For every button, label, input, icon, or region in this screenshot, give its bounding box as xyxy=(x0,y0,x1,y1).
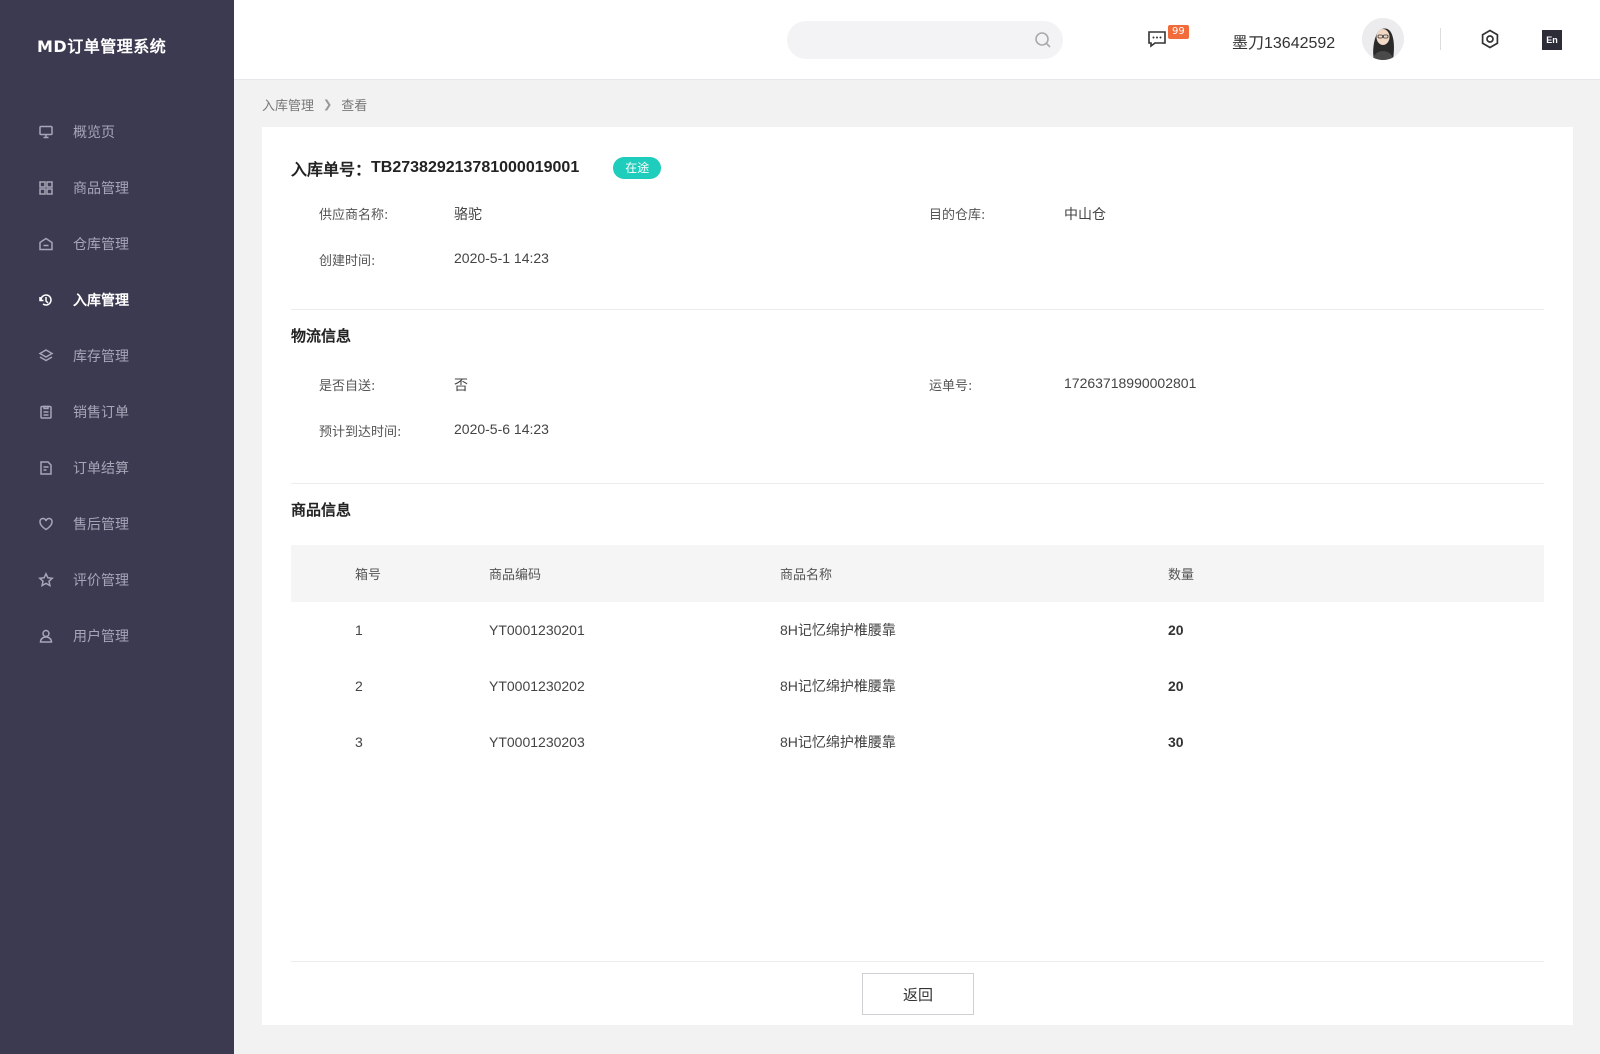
warehouse-icon xyxy=(37,235,55,253)
sidebar-item-label: 销售订单 xyxy=(73,405,129,421)
table-row: 1 YT0001230201 8H记忆绵护椎腰靠 20 xyxy=(291,602,1544,658)
sidebar-item-sales-orders[interactable]: 销售订单 xyxy=(0,384,234,440)
column-header-box-no: 箱号 xyxy=(355,568,382,583)
user-icon xyxy=(37,627,55,645)
language-switch[interactable]: En xyxy=(1542,30,1562,50)
sidebar-item-after-sales[interactable]: 售后管理 xyxy=(0,496,234,552)
sidebar-item-label: 商品管理 xyxy=(73,181,129,197)
sidebar-menu: 概览页 商品管理 仓库管理 入库管理 库存管理 销售订单 订单结算 售后管理 评… xyxy=(0,104,234,664)
search-box xyxy=(787,21,1063,59)
back-button[interactable]: 返回 xyxy=(862,973,974,1015)
sidebar: MD订单管理系统 概览页 商品管理 仓库管理 入库管理 库存管理 销售订单 订单… xyxy=(0,0,234,1054)
heart-icon xyxy=(37,515,55,533)
section-divider xyxy=(291,483,1544,484)
footer-divider xyxy=(291,961,1544,962)
sidebar-item-label: 订单结算 xyxy=(73,461,129,477)
supplier-label: 供应商名称: xyxy=(319,208,389,223)
cell-box-no: 2 xyxy=(355,678,363,694)
cell-qty: 20 xyxy=(1168,622,1184,638)
goods-table: 箱号 商品编码 商品名称 数量 1 YT0001230201 8H记忆绵护椎腰靠… xyxy=(291,545,1544,770)
grid-icon xyxy=(37,179,55,197)
order-number: TB273829213781000019001 xyxy=(371,159,580,176)
app-brand: MD订单管理系统 xyxy=(37,37,167,56)
supplier-value: 骆驼 xyxy=(454,206,482,222)
order-title: 入库单号： TB273829213781000019001 在途 xyxy=(291,156,662,180)
created-time-value: 2020-5-1 14:23 xyxy=(454,250,549,266)
cell-box-no: 1 xyxy=(355,622,363,638)
sidebar-item-label: 入库管理 xyxy=(73,293,129,309)
warehouse-label: 目的仓库: xyxy=(929,208,986,223)
warehouse-value: 中山仓 xyxy=(1064,206,1106,222)
clipboard-icon xyxy=(37,403,55,421)
sidebar-item-label: 库存管理 xyxy=(73,349,129,365)
settings-button[interactable] xyxy=(1479,28,1501,50)
eta-label: 预计到达时间: xyxy=(319,425,402,440)
table-row: 2 YT0001230202 8H记忆绵护椎腰靠 20 xyxy=(291,658,1544,714)
cell-sku: YT0001230203 xyxy=(489,734,585,750)
waybill-label: 运单号: xyxy=(929,379,973,394)
monitor-icon xyxy=(37,123,55,141)
settlement-icon xyxy=(37,459,55,477)
header-divider xyxy=(1440,28,1441,50)
self-delivery-value: 否 xyxy=(454,377,468,393)
logistics-section-title: 物流信息 xyxy=(291,327,352,345)
sidebar-item-overview[interactable]: 概览页 xyxy=(0,104,234,160)
search-icon[interactable] xyxy=(1033,30,1053,50)
waybill-value: 17263718990002801 xyxy=(1064,375,1197,391)
goods-section-title: 商品信息 xyxy=(291,501,352,519)
inbound-icon xyxy=(37,291,55,309)
layers-icon xyxy=(37,347,55,365)
message-icon xyxy=(1146,31,1168,54)
cell-name: 8H记忆绵护椎腰靠 xyxy=(780,734,896,750)
sidebar-item-settlement[interactable]: 订单结算 xyxy=(0,440,234,496)
gear-icon xyxy=(1479,29,1501,54)
breadcrumb: 入库管理 ❯ 查看 xyxy=(262,95,367,114)
sidebar-item-label: 评价管理 xyxy=(73,573,129,589)
column-header-sku: 商品编码 xyxy=(489,568,542,583)
breadcrumb-current: 查看 xyxy=(341,99,368,114)
cell-box-no: 3 xyxy=(355,734,363,750)
sidebar-item-users[interactable]: 用户管理 xyxy=(0,608,234,664)
sidebar-item-label: 用户管理 xyxy=(73,629,129,645)
username[interactable]: 墨刀13642592 xyxy=(1232,29,1335,53)
eta-value: 2020-5-6 14:23 xyxy=(454,421,549,437)
star-icon xyxy=(37,571,55,589)
cell-sku: YT0001230202 xyxy=(489,678,585,694)
sidebar-item-warehouse[interactable]: 仓库管理 xyxy=(0,216,234,272)
sidebar-item-reviews[interactable]: 评价管理 xyxy=(0,552,234,608)
created-time-label: 创建时间: xyxy=(319,254,376,269)
search-input[interactable] xyxy=(787,21,1063,59)
chevron-right-icon: ❯ xyxy=(323,98,333,111)
sidebar-item-label: 仓库管理 xyxy=(73,237,129,253)
messages-button[interactable]: 99 xyxy=(1146,25,1189,54)
sidebar-item-products[interactable]: 商品管理 xyxy=(0,160,234,216)
cell-qty: 20 xyxy=(1168,678,1184,694)
breadcrumb-parent[interactable]: 入库管理 xyxy=(262,95,314,114)
cell-sku: YT0001230201 xyxy=(489,622,585,638)
sidebar-item-label: 概览页 xyxy=(73,125,115,141)
column-header-qty: 数量 xyxy=(1168,568,1195,583)
top-header: 99 墨刀13642592 En xyxy=(234,0,1600,80)
sidebar-item-inventory[interactable]: 库存管理 xyxy=(0,328,234,384)
column-header-name: 商品名称 xyxy=(780,568,833,583)
status-badge: 在途 xyxy=(613,157,662,179)
cell-qty: 30 xyxy=(1168,734,1184,750)
section-divider xyxy=(291,309,1544,310)
sidebar-item-label: 售后管理 xyxy=(73,517,129,533)
self-delivery-label: 是否自送: xyxy=(319,379,376,394)
cell-name: 8H记忆绵护椎腰靠 xyxy=(780,622,896,638)
table-header: 箱号 商品编码 商品名称 数量 xyxy=(291,545,1544,602)
detail-card: 入库单号： TB273829213781000019001 在途 供应商名称: … xyxy=(262,127,1573,1025)
message-count-badge: 99 xyxy=(1168,25,1189,39)
sidebar-item-inbound[interactable]: 入库管理 xyxy=(0,272,234,328)
table-row: 3 YT0001230203 8H记忆绵护椎腰靠 30 xyxy=(291,714,1544,770)
order-title-prefix: 入库单号： xyxy=(291,162,372,179)
cell-name: 8H记忆绵护椎腰靠 xyxy=(780,678,896,694)
avatar[interactable] xyxy=(1362,18,1404,60)
